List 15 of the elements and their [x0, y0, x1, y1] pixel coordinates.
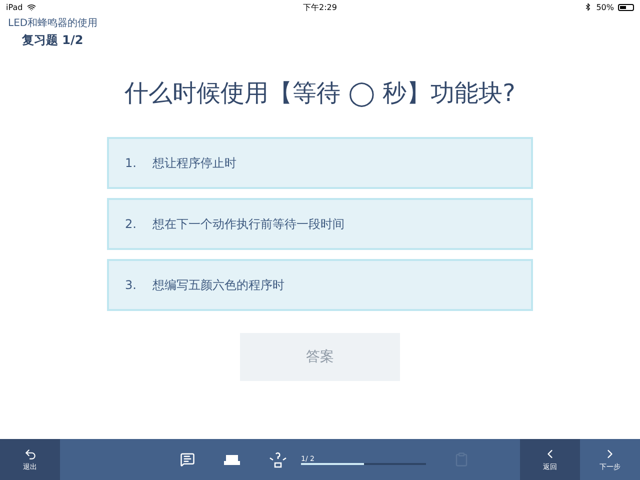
answer-option[interactable]: 2. 想在下一个动作执行前等待一段时间: [107, 198, 533, 250]
lamp-hint-icon[interactable]: [269, 452, 287, 468]
answer-option[interactable]: 1. 想让程序停止时: [107, 137, 533, 189]
device-name: iPad: [6, 2, 23, 12]
wifi-icon: [26, 2, 36, 12]
message-icon[interactable]: [180, 452, 195, 467]
lesson-title: LED和蜂鸣器的使用: [8, 16, 99, 30]
review-title: 复习题 1/2: [22, 32, 84, 49]
undo-arrow-icon: [24, 448, 36, 460]
bluetooth-icon: [584, 3, 592, 11]
answer-option[interactable]: 3. 想编写五颜六色的程序时: [107, 259, 533, 311]
battery-percent: 50%: [596, 2, 614, 12]
clock-time: 下午2:29: [303, 2, 337, 12]
question-text: 什么时候使用【等待 ◯ 秒】功能块?: [124, 78, 516, 109]
battery-icon: [618, 4, 634, 10]
